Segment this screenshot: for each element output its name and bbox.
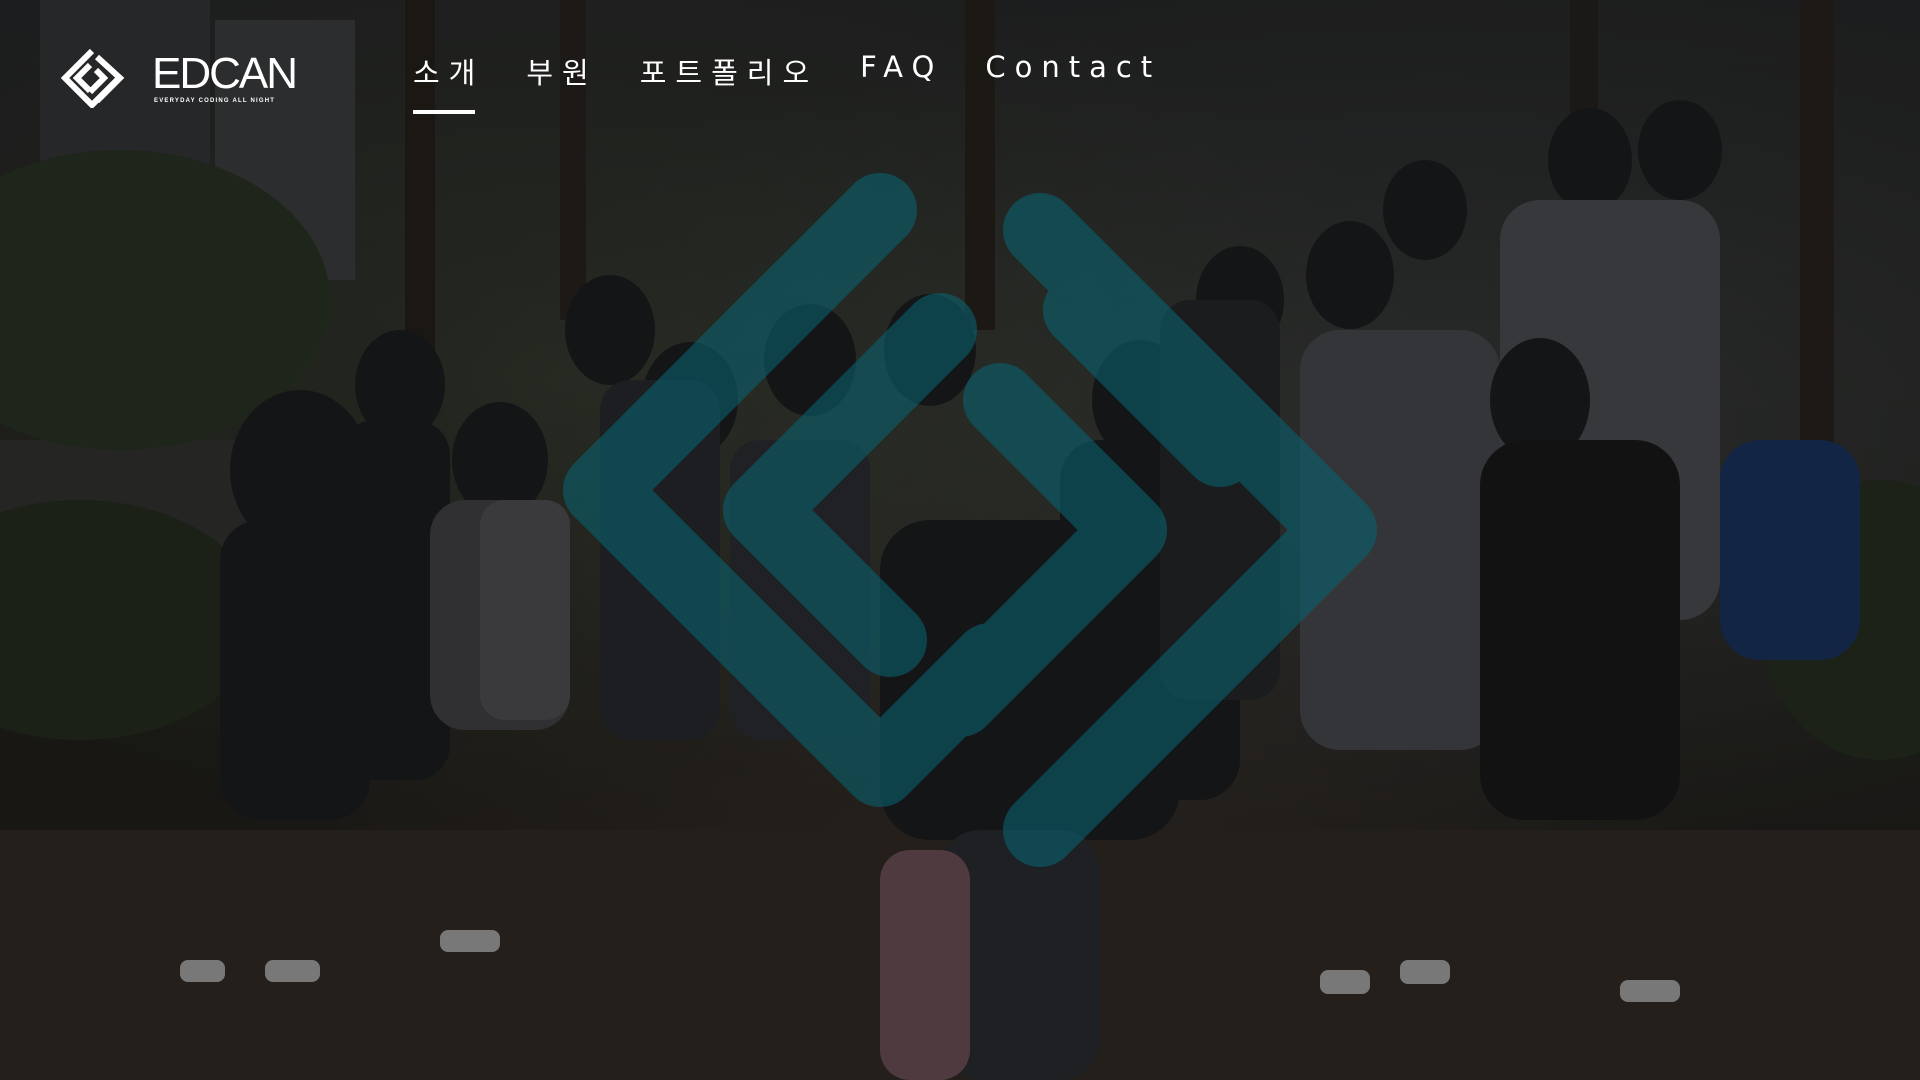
brand-logo[interactable]: EDCAN EVERYDAY CODING ALL NIGHT	[60, 48, 298, 108]
edcan-logo-icon	[60, 48, 125, 108]
main-menu: 소개 부원 포트폴리오 FAQ Contact	[413, 50, 1203, 114]
hero-section: EDCAN EVERYDAY CODING ALL NIGHT 소개 부원 포트…	[0, 0, 1920, 1080]
nav-item-members[interactable]: 부원	[526, 50, 597, 114]
nav-item-contact[interactable]: Contact	[985, 50, 1161, 106]
nav-item-portfolio[interactable]: 포트폴리오	[640, 50, 818, 114]
nav-item-about[interactable]: 소개	[413, 50, 484, 114]
edcan-diamond-logo-icon	[563, 173, 1377, 867]
top-navbar: EDCAN EVERYDAY CODING ALL NIGHT 소개 부원 포트…	[0, 0, 1920, 140]
brand-name: EDCAN	[152, 49, 298, 98]
nav-item-faq[interactable]: FAQ	[860, 50, 943, 106]
brand-tagline: EVERYDAY CODING ALL NIGHT	[154, 98, 276, 104]
